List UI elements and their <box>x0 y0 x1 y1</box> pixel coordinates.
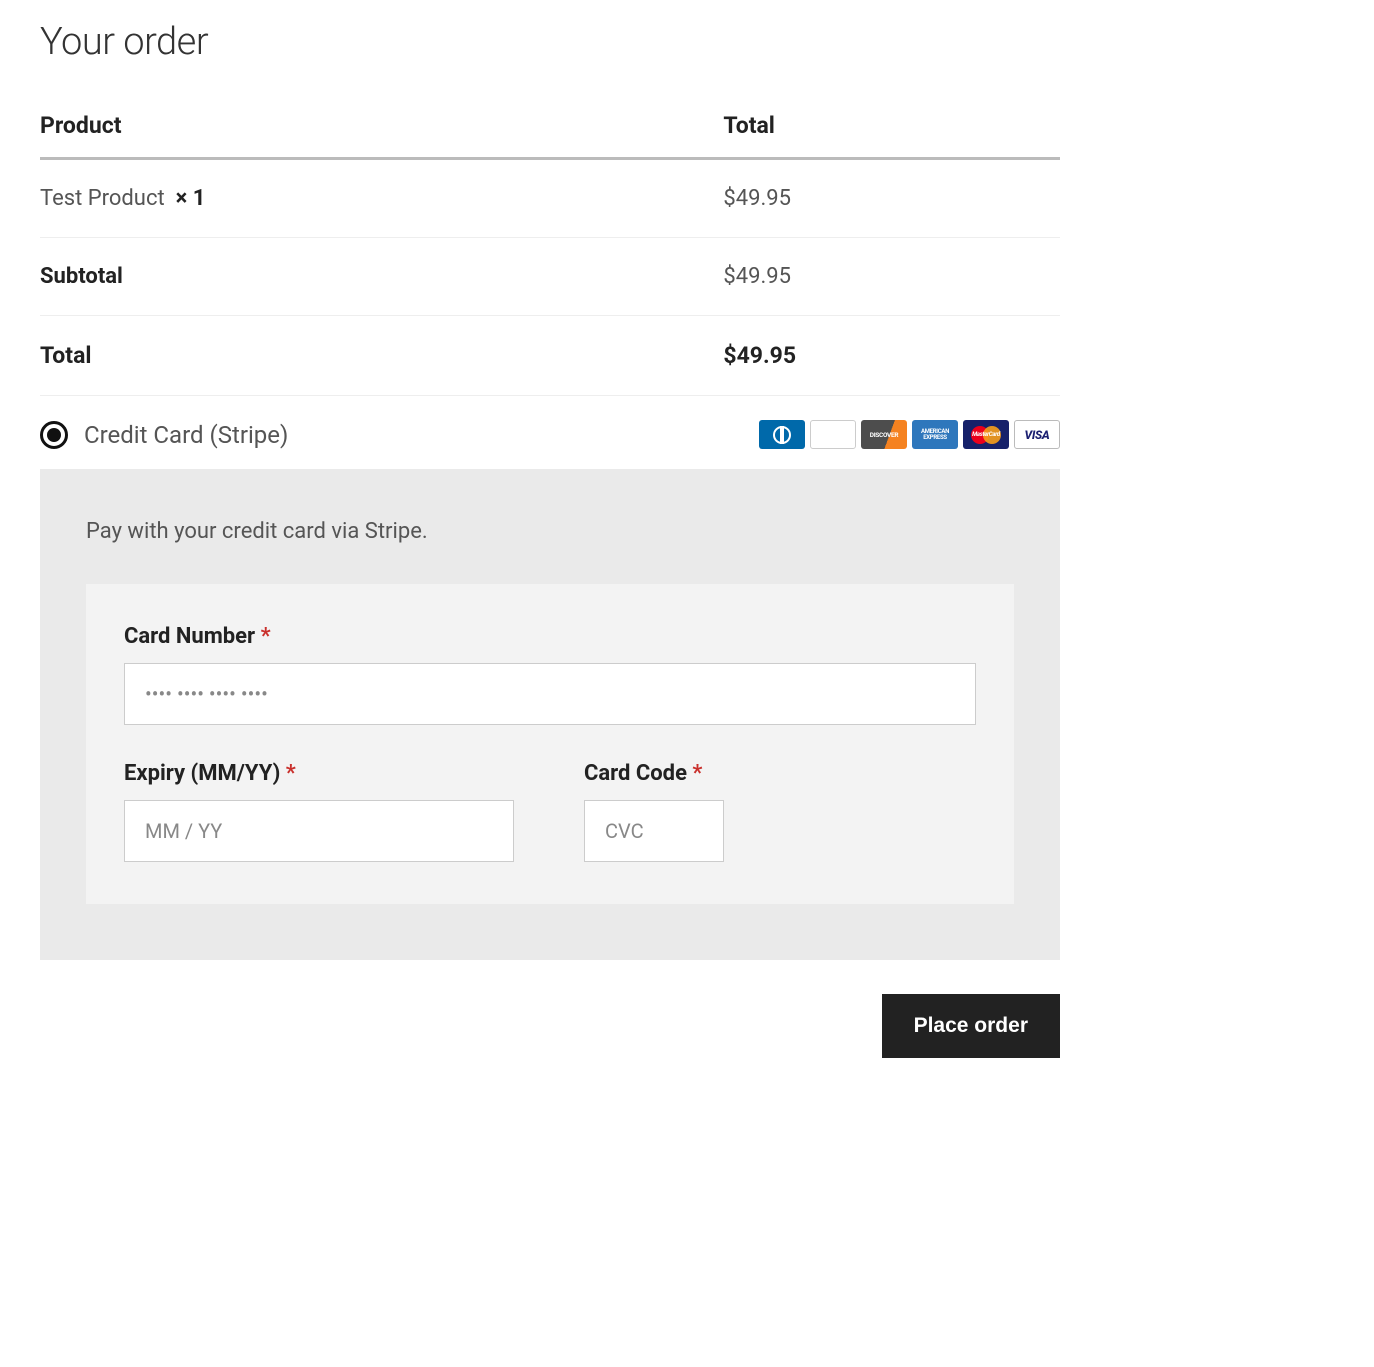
card-number-field-wrap: Card Number * <box>124 624 976 725</box>
col-product: Product <box>40 94 723 159</box>
product-price: $49.95 <box>723 159 1060 238</box>
visa-icon: VISA <box>1014 420 1060 449</box>
card-number-label: Card Number * <box>124 624 976 649</box>
form-actions: Place order <box>40 994 1060 1058</box>
total-value: $49.95 <box>723 316 1060 396</box>
payment-box: Pay with your credit card via Stripe. Ca… <box>40 469 1060 960</box>
place-order-button[interactable]: Place order <box>882 994 1060 1058</box>
col-total: Total <box>723 94 1060 159</box>
payment-description: Pay with your credit card via Stripe. <box>86 519 1014 544</box>
cvc-field-wrap: Card Code * <box>584 761 724 862</box>
order-review-table: Product Total Test Product × 1 $49.95 Su… <box>40 94 1060 396</box>
required-mark: * <box>286 761 296 786</box>
expiry-input[interactable] <box>124 800 514 862</box>
payment-method-label: Credit Card (Stripe) <box>84 421 288 449</box>
total-label: Total <box>40 316 723 396</box>
amex-icon: AMERICAN EXPRESS <box>912 420 958 449</box>
discover-icon: DISCOVER <box>861 420 907 449</box>
card-brand-icons: DISCOVER AMERICAN EXPRESS MasterCard VIS… <box>759 420 1060 449</box>
cvc-input[interactable] <box>584 800 724 862</box>
payment-method-radio[interactable] <box>40 421 68 449</box>
product-cell: Test Product × 1 <box>40 159 723 238</box>
credit-card-form: Card Number * Expiry (MM/YY) * Card Code… <box>86 584 1014 904</box>
table-row: Test Product × 1 $49.95 <box>40 159 1060 238</box>
required-mark: * <box>261 624 271 649</box>
card-number-input[interactable] <box>124 663 976 725</box>
cvc-label: Card Code * <box>584 761 724 786</box>
expiry-label: Expiry (MM/YY) * <box>124 761 514 786</box>
product-qty: × 1 <box>176 186 206 211</box>
jcb-icon <box>810 420 856 449</box>
expiry-field-wrap: Expiry (MM/YY) * <box>124 761 514 862</box>
payment-method-row: Credit Card (Stripe) DISCOVER AMERICAN E… <box>40 396 1060 469</box>
required-mark: * <box>692 761 702 786</box>
subtotal-label: Subtotal <box>40 238 723 316</box>
diners-club-icon <box>759 420 805 449</box>
product-name: Test Product <box>40 186 165 211</box>
order-heading: Your order <box>40 20 1060 64</box>
mastercard-icon: MasterCard <box>963 420 1009 449</box>
subtotal-value: $49.95 <box>723 238 1060 316</box>
